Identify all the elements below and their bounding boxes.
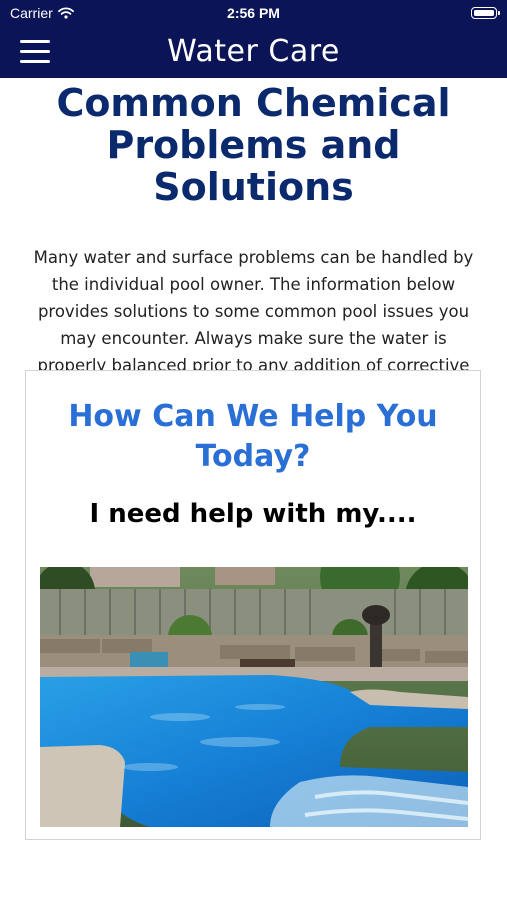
status-time: 2:56 PM xyxy=(227,5,280,21)
app-title: Water Care xyxy=(167,34,340,69)
card-subtitle: I need help with my.... xyxy=(89,499,417,529)
pool-photo[interactable] xyxy=(40,567,468,827)
status-bar: Carrier 2:56 PM xyxy=(0,0,507,28)
page-title: Common Chemical Problems and Solutions xyxy=(56,81,451,209)
battery-icon xyxy=(471,7,500,19)
top-bar: Carrier 2:56 PM Water Care xyxy=(0,0,507,78)
help-card: How Can We Help You Today? I need help w… xyxy=(25,370,481,840)
card-title: How Can We Help You Today? xyxy=(68,399,438,474)
main-content: Common Chemical Problems and Solutions M… xyxy=(0,78,507,406)
